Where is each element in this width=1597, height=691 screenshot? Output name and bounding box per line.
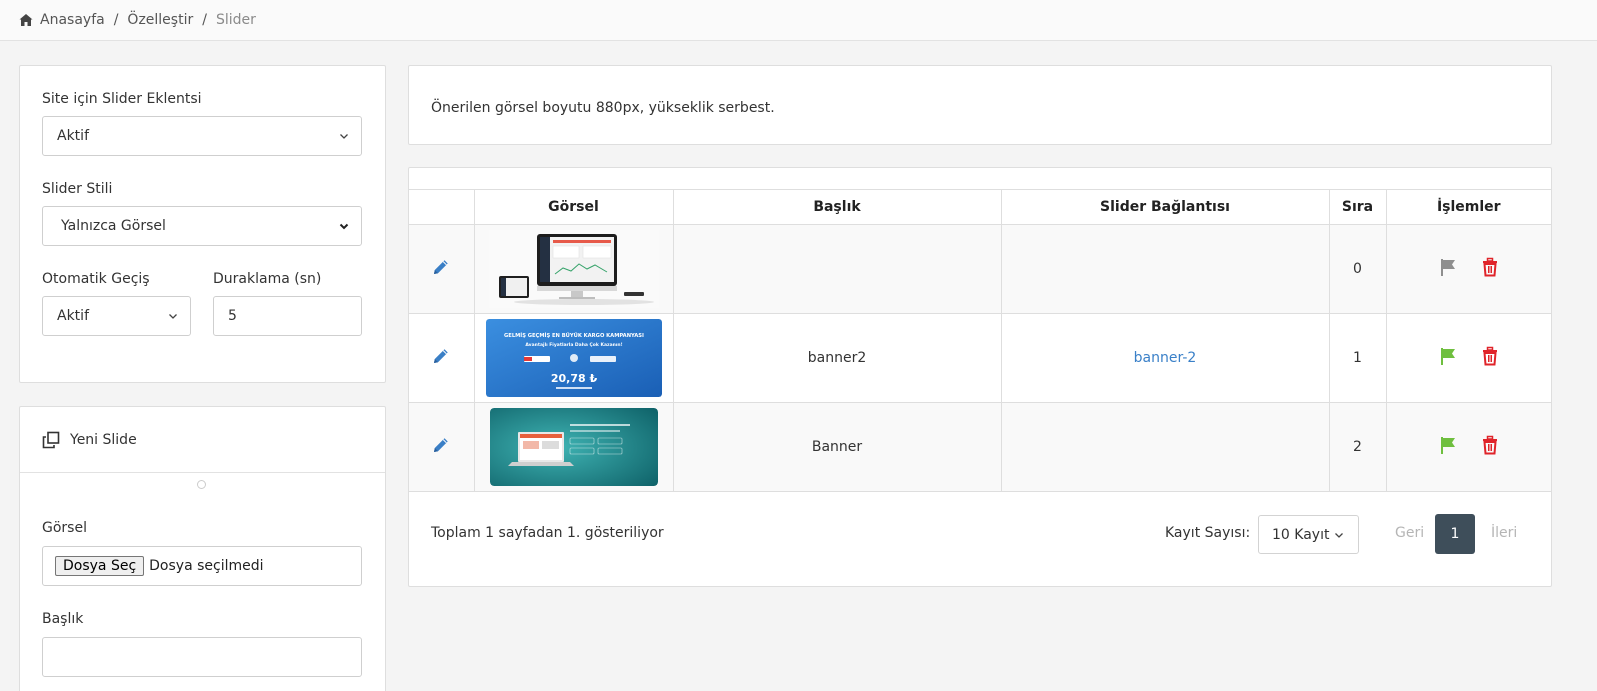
title-label: Başlık [42, 611, 84, 627]
breadcrumb-separator: / [113, 12, 119, 28]
chevron-down-icon [169, 314, 177, 319]
chevron-down-icon [340, 134, 348, 139]
table-row: GELMİŞ GEÇMİŞ EN BÜYÜK KARGO KAMPANYASI … [409, 313, 1551, 403]
new-slide-header: Yeni Slide [20, 407, 385, 473]
file-status: Dosya seçilmedi [149, 558, 264, 574]
thumbnail-price: 20,78 ₺ [550, 372, 597, 385]
table-row: 0 [409, 224, 1551, 314]
image-label: Görsel [42, 520, 87, 536]
slides-table-card: Görsel Başlık Slider Bağlantısı Sıra İşl… [408, 167, 1552, 587]
pause-input[interactable]: 5 [213, 296, 362, 336]
breadcrumb-home-link[interactable]: Anasayfa [40, 12, 105, 28]
new-slide-title: Yeni Slide [70, 431, 137, 448]
chevron-down-icon [1335, 533, 1343, 538]
title-cell [672, 224, 1002, 314]
current-page-button[interactable]: 1 [1435, 514, 1475, 554]
new-slide-card: Yeni Slide Görsel Dosya Seç Dosya seçilm… [19, 406, 386, 691]
flag-icon[interactable] [1438, 435, 1458, 455]
column-header: İşlemler [1385, 189, 1551, 225]
copy-icon [42, 431, 60, 448]
slider-link[interactable]: banner-2 [1134, 350, 1197, 366]
image-cell [473, 402, 674, 492]
column-header: Başlık [672, 189, 1002, 225]
trash-icon[interactable] [1480, 346, 1500, 366]
edit-cell [409, 224, 475, 314]
per-page-label: Kayıt Sayısı: [1165, 525, 1251, 541]
slide-thumbnail [489, 408, 658, 486]
image-cell [473, 224, 674, 314]
column-header: Sıra [1328, 189, 1387, 225]
column-header: Görsel [473, 189, 674, 225]
plugin-select[interactable]: Aktif [42, 116, 362, 156]
per-page-select[interactable]: 10 Kayıt [1258, 515, 1359, 554]
order-cell: 2 [1328, 402, 1387, 492]
top-bar: Anasayfa / Özelleştir / Slider [0, 0, 1597, 41]
style-select-value: Yalnızca Görsel [61, 218, 166, 234]
choose-file-button[interactable]: Dosya Seç [55, 556, 145, 576]
pencil-icon[interactable] [431, 346, 451, 366]
image-file-input[interactable]: Dosya Seç Dosya seçilmedi [42, 546, 362, 586]
title-input[interactable] [42, 637, 362, 677]
pencil-icon[interactable] [431, 257, 451, 277]
plugin-label: Site için Slider Eklentsi [42, 91, 202, 107]
breadcrumb-separator: / [202, 12, 207, 28]
table-header-row: Görsel Başlık Slider Bağlantısı Sıra İşl… [409, 189, 1551, 225]
home-icon[interactable] [18, 12, 34, 28]
link-cell [1000, 224, 1330, 314]
breadcrumb-current: Slider [215, 12, 256, 28]
edit-cell [409, 402, 475, 492]
table-row: Banner 2 [409, 402, 1551, 492]
actions-cell [1385, 224, 1551, 314]
chevron-down-icon [339, 223, 349, 230]
breadcrumb: Anasayfa / Özelleştir / Slider [18, 12, 256, 28]
actions-cell [1385, 313, 1551, 403]
trash-icon[interactable] [1480, 257, 1500, 277]
thumbnail-headline: GELMİŞ GEÇMİŞ EN BÜYÜK KARGO KAMPANYASI [504, 332, 644, 339]
per-page-value: 10 Kayıt [1272, 526, 1330, 543]
loading-indicator [197, 480, 206, 489]
actions-cell [1385, 402, 1551, 492]
slide-thumbnail [488, 230, 659, 308]
link-cell [1000, 402, 1330, 492]
prev-page-button[interactable]: Geri [1395, 525, 1424, 541]
slide-thumbnail: GELMİŞ GEÇMİŞ EN BÜYÜK KARGO KAMPANYASI … [485, 319, 662, 397]
info-text: Önerilen görsel boyutu 880px, yükseklik … [431, 100, 775, 116]
auto-transition-value: Aktif [57, 308, 89, 324]
column-header [409, 189, 475, 225]
image-cell: GELMİŞ GEÇMİŞ EN BÜYÜK KARGO KAMPANYASI … [473, 313, 674, 403]
flag-icon[interactable] [1438, 257, 1458, 277]
title-cell: banner2 [672, 313, 1002, 403]
auto-transition-select[interactable]: Aktif [42, 296, 191, 336]
order-cell: 1 [1328, 313, 1387, 403]
title-cell: Banner [672, 402, 1002, 492]
breadcrumb-customize-link[interactable]: Özelleştir [127, 12, 193, 28]
pause-label: Duraklama (sn) [213, 271, 322, 287]
slider-settings-card: Site için Slider Eklentsi Aktif Slider S… [19, 65, 386, 383]
column-header: Slider Bağlantısı [1000, 189, 1330, 225]
style-select[interactable]: Yalnızca Görsel [42, 206, 362, 246]
flag-icon[interactable] [1438, 346, 1458, 366]
slides-table: Görsel Başlık Slider Bağlantısı Sıra İşl… [409, 189, 1551, 492]
pencil-icon[interactable] [431, 435, 451, 455]
pagination-summary: Toplam 1 sayfadan 1. gösteriliyor [431, 525, 664, 541]
thumbnail-subline: Avantajlı Fiyatlarla Daha Çok Kazanın! [525, 342, 622, 348]
edit-cell [409, 313, 475, 403]
auto-transition-label: Otomatik Geçiş [42, 271, 150, 287]
next-page-button[interactable]: İleri [1491, 525, 1517, 541]
trash-icon[interactable] [1480, 435, 1500, 455]
plugin-select-value: Aktif [57, 128, 89, 144]
style-label: Slider Stili [42, 181, 113, 197]
order-cell: 0 [1328, 224, 1387, 314]
link-cell: banner-2 [1000, 313, 1330, 403]
info-card: Önerilen görsel boyutu 880px, yükseklik … [408, 65, 1552, 145]
